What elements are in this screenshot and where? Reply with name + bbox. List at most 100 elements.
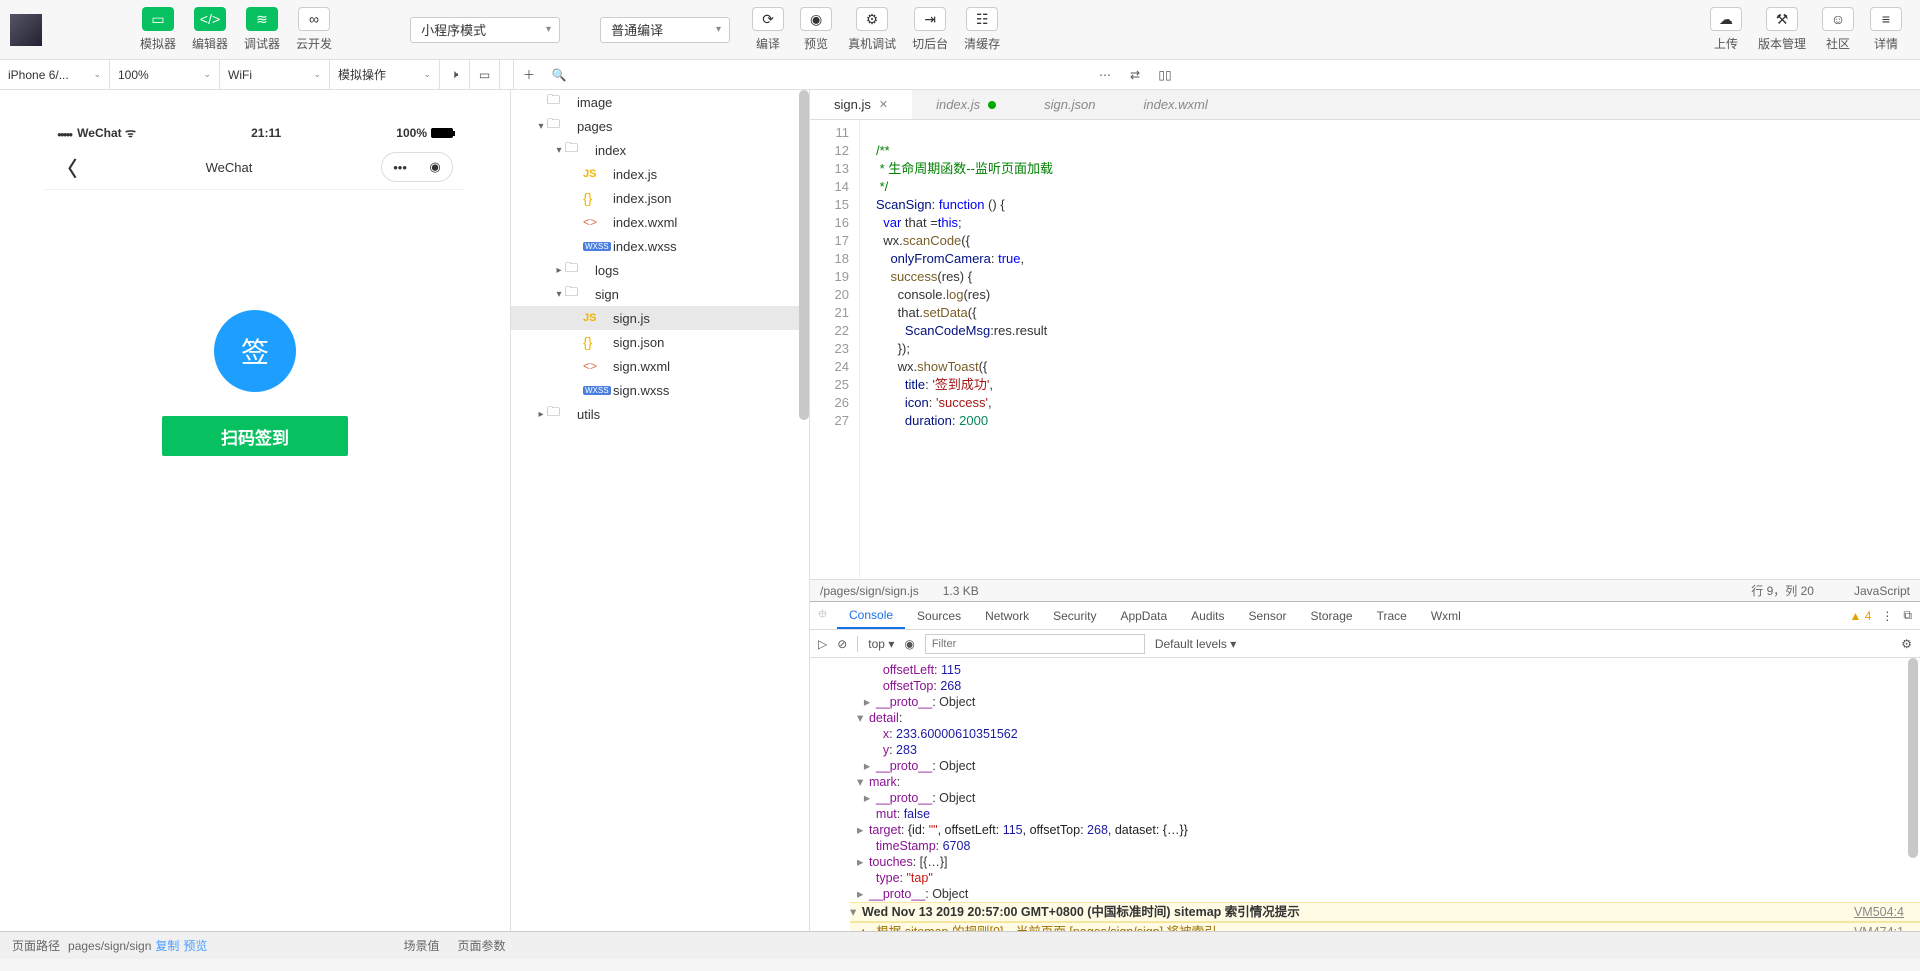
- battery-indicator: 100%: [396, 126, 453, 140]
- network-select[interactable]: WiFi⌄: [220, 60, 330, 89]
- filter-input[interactable]: [925, 634, 1145, 654]
- user-avatar[interactable]: [10, 14, 42, 46]
- code-content[interactable]: /** * 生命周期函数--监听页面加载 */ScanSign: functio…: [860, 120, 1920, 579]
- mock-select[interactable]: 模拟操作⌄: [330, 60, 440, 89]
- status-time: 21:11: [251, 126, 281, 140]
- warning-badge[interactable]: ▲ 4: [1850, 609, 1872, 623]
- preview-button[interactable]: ◉预览: [800, 7, 832, 52]
- devtools-tab-trace[interactable]: Trace: [1365, 602, 1419, 629]
- background-button[interactable]: ⇥切后台: [912, 7, 948, 52]
- main-area: WeChat ᯤ 21:11 100% 〈 WeChat •••◉ 签 扫码签到…: [0, 90, 1920, 931]
- inspect-icon[interactable]: ⯐: [818, 605, 827, 626]
- clear-cache-button[interactable]: ☷清缓存: [964, 7, 1000, 52]
- console-toolbar: ▷ ⊘ top ▾ ◉ Default levels ▾ ⚙: [810, 630, 1920, 658]
- debugger-button[interactable]: ≋调试器: [244, 7, 280, 52]
- cursor-position: 行 9，列 20: [1751, 582, 1814, 599]
- mode-select[interactable]: 小程序模式: [410, 17, 560, 43]
- close-icon[interactable]: ✕: [879, 98, 888, 111]
- compile-mode-select[interactable]: 普通编译: [600, 17, 730, 43]
- split-icon[interactable]: ⇄: [1120, 60, 1150, 89]
- params-label[interactable]: 页面参数: [457, 937, 505, 954]
- devtools-tab-network[interactable]: Network: [973, 602, 1041, 629]
- devtools-tab-sensor[interactable]: Sensor: [1237, 602, 1299, 629]
- phone-nav-bar: 〈 WeChat •••◉: [45, 145, 465, 190]
- language-mode[interactable]: JavaScript: [1854, 584, 1910, 598]
- sign-circle-button[interactable]: 签: [214, 310, 296, 392]
- footer-bar: 页面路径 pages/sign/sign 复制 预览 场景值 页面参数: [0, 931, 1920, 959]
- tree-item-index.wxml[interactable]: <>index.wxml: [511, 210, 809, 234]
- detail-button[interactable]: ≡详情: [1870, 7, 1902, 52]
- devtools-tabs: ⯐ ConsoleSourcesNetworkSecurityAppDataAu…: [810, 602, 1920, 630]
- layout-icon[interactable]: ▯▯: [1150, 60, 1180, 89]
- clear-console-icon[interactable]: ⊘: [837, 637, 847, 651]
- tree-item-index.js[interactable]: JSindex.js: [511, 162, 809, 186]
- rotate-icon[interactable]: ▭: [470, 60, 500, 89]
- file-tree: 🗀image▾🗀pages▾🗀indexJSindex.js{}index.js…: [510, 90, 810, 931]
- cloud-button[interactable]: ∞云开发: [296, 7, 332, 52]
- tab-index.wxml[interactable]: index.wxml: [1119, 90, 1231, 119]
- top-toolbar: ▭模拟器 </>编辑器 ≋调试器 ∞云开发 小程序模式 普通编译 ⟳编译 ◉预览…: [0, 0, 1920, 60]
- device-select[interactable]: iPhone 6/...⌄: [0, 60, 110, 89]
- tab-sign.json[interactable]: sign.json: [1020, 90, 1119, 119]
- upload-button[interactable]: ☁上传: [1710, 7, 1742, 52]
- devtools-more-icon[interactable]: ⋮: [1881, 609, 1893, 623]
- scan-sign-button[interactable]: 扫码签到: [162, 416, 348, 456]
- more-icon[interactable]: ⋯: [1090, 60, 1120, 89]
- tree-scrollbar[interactable]: [799, 90, 809, 420]
- tab-index.js[interactable]: index.js: [912, 90, 1020, 119]
- tree-item-utils[interactable]: ▸🗀utils: [511, 402, 809, 426]
- devtools-tab-audits[interactable]: Audits: [1179, 602, 1236, 629]
- editor-tabs: sign.js✕index.jssign.jsonindex.wxml: [810, 90, 1920, 120]
- search-icon[interactable]: 🔍: [544, 60, 574, 89]
- devtools-tab-storage[interactable]: Storage: [1299, 602, 1365, 629]
- context-select[interactable]: top ▾: [868, 637, 894, 651]
- tree-item-sign.js[interactable]: JSsign.js: [511, 306, 809, 330]
- community-button[interactable]: ☺社区: [1822, 7, 1854, 52]
- devtools-tab-security[interactable]: Security: [1041, 602, 1108, 629]
- console-output[interactable]: offsetLeft: 115 offsetTop: 268 ▸__proto_…: [810, 658, 1920, 931]
- path-label: 页面路径: [12, 937, 60, 954]
- file-size: 1.3 KB: [943, 584, 979, 598]
- line-gutter: 1112131415161718192021222324252627: [810, 120, 860, 579]
- simulator-button[interactable]: ▭模拟器: [140, 7, 176, 52]
- tree-item-index.json[interactable]: {}index.json: [511, 186, 809, 210]
- page-path: pages/sign/sign: [68, 939, 151, 953]
- tree-item-sign.wxml[interactable]: <>sign.wxml: [511, 354, 809, 378]
- settings-icon[interactable]: ⚙: [1901, 637, 1912, 651]
- tree-item-sign[interactable]: ▾🗀sign: [511, 282, 809, 306]
- devtools-tab-wxml[interactable]: Wxml: [1419, 602, 1473, 629]
- dock-icon[interactable]: ⧉: [1903, 608, 1912, 623]
- tree-item-sign.json[interactable]: {}sign.json: [511, 330, 809, 354]
- compile-button[interactable]: ⟳编译: [752, 7, 784, 52]
- play-icon[interactable]: ▷: [818, 637, 827, 651]
- tree-item-logs[interactable]: ▸🗀logs: [511, 258, 809, 282]
- devtools-tab-sources[interactable]: Sources: [905, 602, 973, 629]
- scene-label[interactable]: 场景值: [403, 937, 439, 954]
- back-icon[interactable]: 〈: [57, 153, 77, 182]
- version-button[interactable]: ⚒版本管理: [1758, 7, 1806, 52]
- capsule-button[interactable]: •••◉: [381, 152, 453, 182]
- remote-debug-button[interactable]: ⚙真机调试: [848, 7, 896, 52]
- zoom-select[interactable]: 100%⌄: [110, 60, 220, 89]
- tab-sign.js[interactable]: sign.js✕: [810, 90, 912, 119]
- code-editor[interactable]: 1112131415161718192021222324252627 /** *…: [810, 120, 1920, 579]
- phone-simulator: WeChat ᯤ 21:11 100% 〈 WeChat •••◉ 签 扫码签到: [45, 120, 465, 931]
- tree-item-index[interactable]: ▾🗀index: [511, 138, 809, 162]
- editor-status-bar: /pages/sign/sign.js 1.3 KB 行 9，列 20 Java…: [810, 579, 1920, 601]
- tree-item-index.wxss[interactable]: WXSSindex.wxss: [511, 234, 809, 258]
- signal-icon: WeChat ᯤ: [57, 124, 136, 141]
- eye-icon[interactable]: ◉: [904, 637, 914, 651]
- tree-item-pages[interactable]: ▾🗀pages: [511, 114, 809, 138]
- copy-link[interactable]: 复制: [155, 937, 179, 954]
- tree-item-image[interactable]: 🗀image: [511, 90, 809, 114]
- console-scrollbar[interactable]: [1908, 658, 1918, 858]
- file-path: /pages/sign/sign.js: [820, 584, 919, 598]
- levels-select[interactable]: Default levels ▾: [1155, 637, 1236, 651]
- preview-link[interactable]: 预览: [183, 937, 207, 954]
- editor-button[interactable]: </>编辑器: [192, 7, 228, 52]
- devtools-tab-appdata[interactable]: AppData: [1108, 602, 1179, 629]
- tree-item-sign.wxss[interactable]: WXSSsign.wxss: [511, 378, 809, 402]
- mute-icon[interactable]: 🕨: [440, 60, 470, 89]
- devtools-tab-console[interactable]: Console: [837, 602, 905, 629]
- add-tab-icon[interactable]: ＋: [514, 60, 544, 89]
